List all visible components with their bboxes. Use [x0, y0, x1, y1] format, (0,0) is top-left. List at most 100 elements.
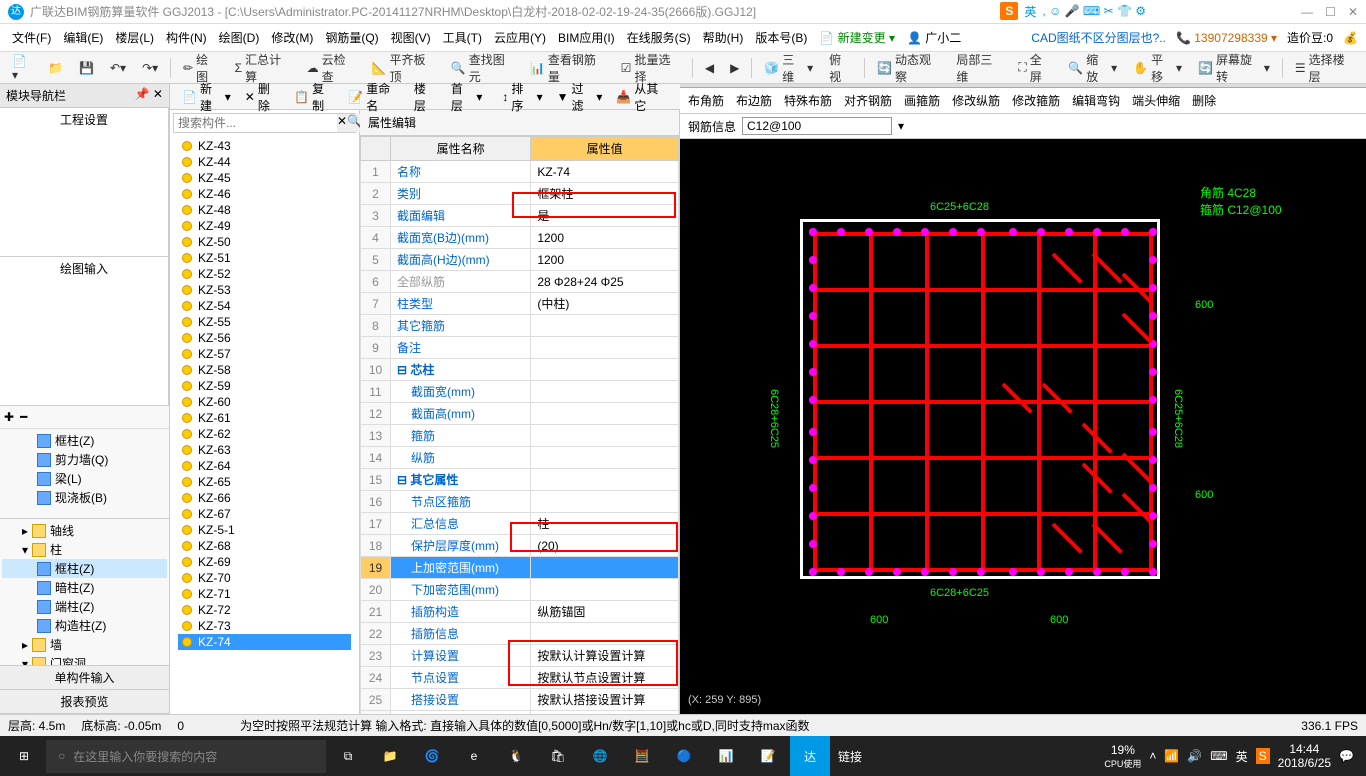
- menu-modify[interactable]: 修改(M): [267, 27, 317, 48]
- section-canvas[interactable]: 6C25+6C28 6C28+6C25 6C28+6C25 6C25+6C28 …: [680, 139, 1366, 714]
- delete-button[interactable]: ✕ 删除: [241, 79, 284, 115]
- rename-button[interactable]: 📝 重命名: [344, 79, 404, 115]
- app-explorer-icon[interactable]: 📁: [370, 736, 410, 776]
- property-row[interactable]: 12截面高(mm): [361, 403, 679, 425]
- menu-help[interactable]: 帮助(H): [699, 27, 748, 48]
- start-button[interactable]: ⊞: [4, 736, 44, 776]
- menu-rebar[interactable]: 钢筋量(Q): [321, 27, 382, 48]
- link-label[interactable]: 链接: [838, 748, 862, 765]
- save-icon[interactable]: 💾: [75, 59, 98, 77]
- app-calc-icon[interactable]: 🧮: [622, 736, 662, 776]
- tray-up-icon[interactable]: ˄: [1149, 749, 1156, 763]
- list-item[interactable]: KZ-60: [178, 394, 351, 410]
- list-item[interactable]: KZ-66: [178, 490, 351, 506]
- property-row[interactable]: 10⊟ 芯柱: [361, 359, 679, 381]
- list-item[interactable]: KZ-5-1: [178, 522, 351, 538]
- list-item[interactable]: KZ-65: [178, 474, 351, 490]
- property-row[interactable]: 19上加密范围(mm): [361, 557, 679, 579]
- tab-single-input[interactable]: 单构件输入: [0, 666, 169, 690]
- property-row[interactable]: 26顶标高(m)层顶标高-2: [361, 711, 679, 715]
- tray-network-icon[interactable]: 📶: [1164, 749, 1179, 763]
- tray-notification-icon[interactable]: 💬: [1339, 749, 1354, 763]
- 3d-button[interactable]: 🧊 三维 ▾: [760, 49, 817, 87]
- property-row[interactable]: 20下加密范围(mm): [361, 579, 679, 601]
- tree-item[interactable]: 暗柱(Z): [2, 578, 167, 597]
- property-row[interactable]: 21插筋构造纵筋锚固: [361, 601, 679, 623]
- new-change-button[interactable]: 📄 新建变更 ▾: [815, 27, 899, 48]
- list-item[interactable]: KZ-68: [178, 538, 351, 554]
- undo-icon[interactable]: ↶▾: [106, 59, 130, 77]
- tray-volume-icon[interactable]: 🔊: [1187, 749, 1202, 763]
- tree-item[interactable]: 端柱(Z): [2, 597, 167, 616]
- list-item[interactable]: KZ-73: [178, 618, 351, 634]
- property-row[interactable]: 1名称KZ-74: [361, 161, 679, 183]
- app-edge-icon[interactable]: e: [454, 736, 494, 776]
- local-3d-button[interactable]: 局部三维: [952, 49, 1006, 87]
- select-floor-button[interactable]: ☰ 选择楼层: [1291, 49, 1358, 87]
- tree-item[interactable]: 梁(L): [2, 469, 167, 488]
- list-item[interactable]: KZ-54: [178, 298, 351, 314]
- list-item[interactable]: KZ-59: [178, 378, 351, 394]
- property-row[interactable]: 2类别框架柱: [361, 183, 679, 205]
- prev-icon[interactable]: ◀: [701, 59, 718, 77]
- tray-keyboard-icon[interactable]: ⌨: [1210, 749, 1227, 763]
- menu-bim[interactable]: BIM应用(I): [554, 27, 619, 48]
- cad-layer-link[interactable]: CAD图纸不区分图层也?..: [1031, 29, 1166, 46]
- ime-lang[interactable]: 英: [1024, 3, 1036, 20]
- property-row[interactable]: 24节点设置按默认节点设置计算: [361, 667, 679, 689]
- tree-item[interactable]: ▸ 墙: [2, 635, 167, 654]
- app-ggj-icon[interactable]: 📊: [706, 736, 746, 776]
- app-note-icon[interactable]: 📝: [748, 736, 788, 776]
- filter-button[interactable]: ▼ 过滤 ▾: [553, 79, 607, 115]
- list-item[interactable]: KZ-63: [178, 442, 351, 458]
- tray-sogou-icon[interactable]: S: [1256, 748, 1270, 764]
- list-item[interactable]: KZ-74: [178, 634, 351, 650]
- tree-item[interactable]: ▾ 门窗洞: [2, 654, 167, 665]
- list-item[interactable]: KZ-48: [178, 202, 351, 218]
- app-ie-icon[interactable]: 🌐: [580, 736, 620, 776]
- from-other-button[interactable]: 📥 从其它: [612, 79, 672, 115]
- list-item[interactable]: KZ-64: [178, 458, 351, 474]
- sogou-icon[interactable]: S: [1000, 2, 1018, 20]
- fullscreen-button[interactable]: ⛶ 全屏: [1014, 49, 1056, 87]
- floor-button[interactable]: 楼层: [410, 79, 441, 115]
- property-row[interactable]: 9备注: [361, 337, 679, 359]
- list-item[interactable]: KZ-69: [178, 554, 351, 570]
- canvas-tab[interactable]: 修改纵筋: [952, 92, 1000, 109]
- list-item[interactable]: KZ-43: [178, 138, 351, 154]
- list-item[interactable]: KZ-45: [178, 170, 351, 186]
- menu-component[interactable]: 构件(N): [162, 27, 211, 48]
- ime-icon[interactable]: , ☺ 🎤 ⌨ ✂ 👕 ⚙: [1042, 4, 1146, 18]
- property-row[interactable]: 14纵筋: [361, 447, 679, 469]
- property-row[interactable]: 4截面宽(B边)(mm)1200: [361, 227, 679, 249]
- property-row[interactable]: 7柱类型(中柱): [361, 293, 679, 315]
- property-row[interactable]: 5截面高(H边)(mm)1200: [361, 249, 679, 271]
- app-store-icon[interactable]: 🛍: [538, 736, 578, 776]
- tree-item[interactable]: 框柱(Z): [2, 431, 167, 450]
- rebar-dropdown-icon[interactable]: ▾: [898, 119, 904, 133]
- property-row[interactable]: 13箍筋: [361, 425, 679, 447]
- list-item[interactable]: KZ-61: [178, 410, 351, 426]
- list-item[interactable]: KZ-52: [178, 266, 351, 282]
- tree-item[interactable]: 现浇板(B): [2, 488, 167, 507]
- expand-icon[interactable]: ✚: [4, 410, 14, 424]
- pan-button[interactable]: ✋ 平移 ▾: [1129, 49, 1186, 87]
- menu-tool[interactable]: 工具(T): [439, 27, 486, 48]
- rotate-button[interactable]: 🔄 屏幕旋转 ▾: [1194, 49, 1274, 87]
- search-input[interactable]: [174, 114, 337, 132]
- property-row[interactable]: 25搭接设置按默认搭接设置计算: [361, 689, 679, 711]
- property-row[interactable]: 3截面编辑是: [361, 205, 679, 227]
- coin-icon[interactable]: 💰: [1343, 31, 1358, 45]
- canvas-tab[interactable]: 布边筋: [736, 92, 772, 109]
- list-item[interactable]: KZ-71: [178, 586, 351, 602]
- list-item[interactable]: KZ-46: [178, 186, 351, 202]
- search-clear-icon[interactable]: ✕: [337, 114, 347, 132]
- list-item[interactable]: KZ-58: [178, 362, 351, 378]
- new-icon[interactable]: 📄▾: [8, 52, 36, 84]
- orbit-button[interactable]: 🔄 动态观察: [873, 49, 944, 87]
- open-icon[interactable]: 📁: [44, 59, 67, 77]
- copy-button[interactable]: 📋 复制: [290, 79, 338, 115]
- canvas-tab[interactable]: 编辑弯钩: [1072, 92, 1120, 109]
- list-item[interactable]: KZ-62: [178, 426, 351, 442]
- menu-file[interactable]: 文件(F): [8, 27, 55, 48]
